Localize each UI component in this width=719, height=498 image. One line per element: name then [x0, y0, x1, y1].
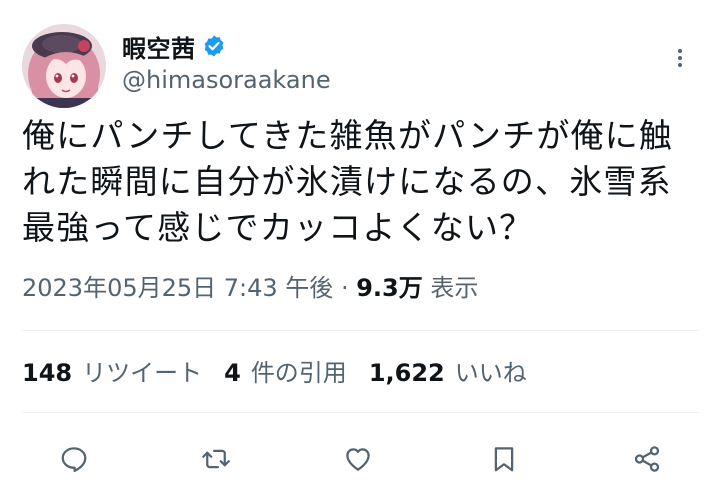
- reply-icon: [61, 447, 87, 472]
- quotes-stat[interactable]: 4 件の引用: [224, 355, 347, 391]
- divider: [22, 412, 699, 413]
- retweet-button[interactable]: [194, 437, 238, 481]
- heart-icon: [346, 448, 370, 471]
- tweet-text-line: れた瞬間に自分が氷漬けになるの、氷雪系: [22, 162, 672, 201]
- tweet-detail: 暇空茜 @himasoraakane 俺にパンチしてきた雑魚がパンチが俺に触 れ…: [0, 0, 719, 498]
- action-bar: [0, 437, 719, 481]
- likes-count: 1,622: [368, 359, 445, 387]
- divider: [22, 330, 699, 331]
- meta-separator: ·: [340, 274, 349, 302]
- timestamp[interactable]: 2023年05月25日 7:43 午後: [22, 274, 333, 302]
- views-count: 9.3万: [356, 274, 423, 302]
- tweet-text: 俺にパンチしてきた雑魚がパンチが俺に触 れた瞬間に自分が氷漬けになるの、氷雪系 …: [22, 113, 702, 251]
- share-icon: [634, 446, 660, 472]
- share-button[interactable]: [625, 437, 669, 481]
- author-name-row: 暇空茜: [122, 29, 226, 64]
- retweets-count: 148: [22, 359, 73, 387]
- display-name[interactable]: 暇空茜: [122, 29, 196, 64]
- tweet-meta: 2023年05月25日 7:43 午後 · 9.3万 表示: [22, 270, 478, 306]
- likes-label: いいね: [454, 359, 527, 387]
- avatar[interactable]: [22, 24, 106, 108]
- reply-button[interactable]: [52, 437, 96, 481]
- anime-girl-avatar-icon: [22, 24, 106, 108]
- more-options-icon[interactable]: [668, 46, 692, 70]
- retweet-icon: [202, 449, 230, 469]
- quotes-label: 件の引用: [250, 359, 347, 387]
- bookmark-icon: [494, 447, 514, 472]
- user-handle[interactable]: @himasoraakane: [122, 66, 331, 94]
- tweet-text-line: 俺にパンチしてきた雑魚がパンチが俺に触: [22, 116, 674, 155]
- views-label: 表示: [430, 274, 479, 302]
- retweets-stat[interactable]: 148 リツイート: [22, 355, 202, 391]
- verified-badge-icon: [202, 34, 226, 58]
- quotes-count: 4: [224, 359, 241, 387]
- likes-stat[interactable]: 1,622 いいね: [369, 355, 527, 391]
- tweet-text-line: 最強って感じでカッコよくない？: [22, 208, 534, 247]
- like-button[interactable]: [336, 437, 380, 481]
- bookmark-button[interactable]: [482, 437, 526, 481]
- retweets-label: リツイート: [82, 359, 203, 387]
- engagement-stats: 148 リツイート 4 件の引用 1,622 いいね: [22, 355, 549, 391]
